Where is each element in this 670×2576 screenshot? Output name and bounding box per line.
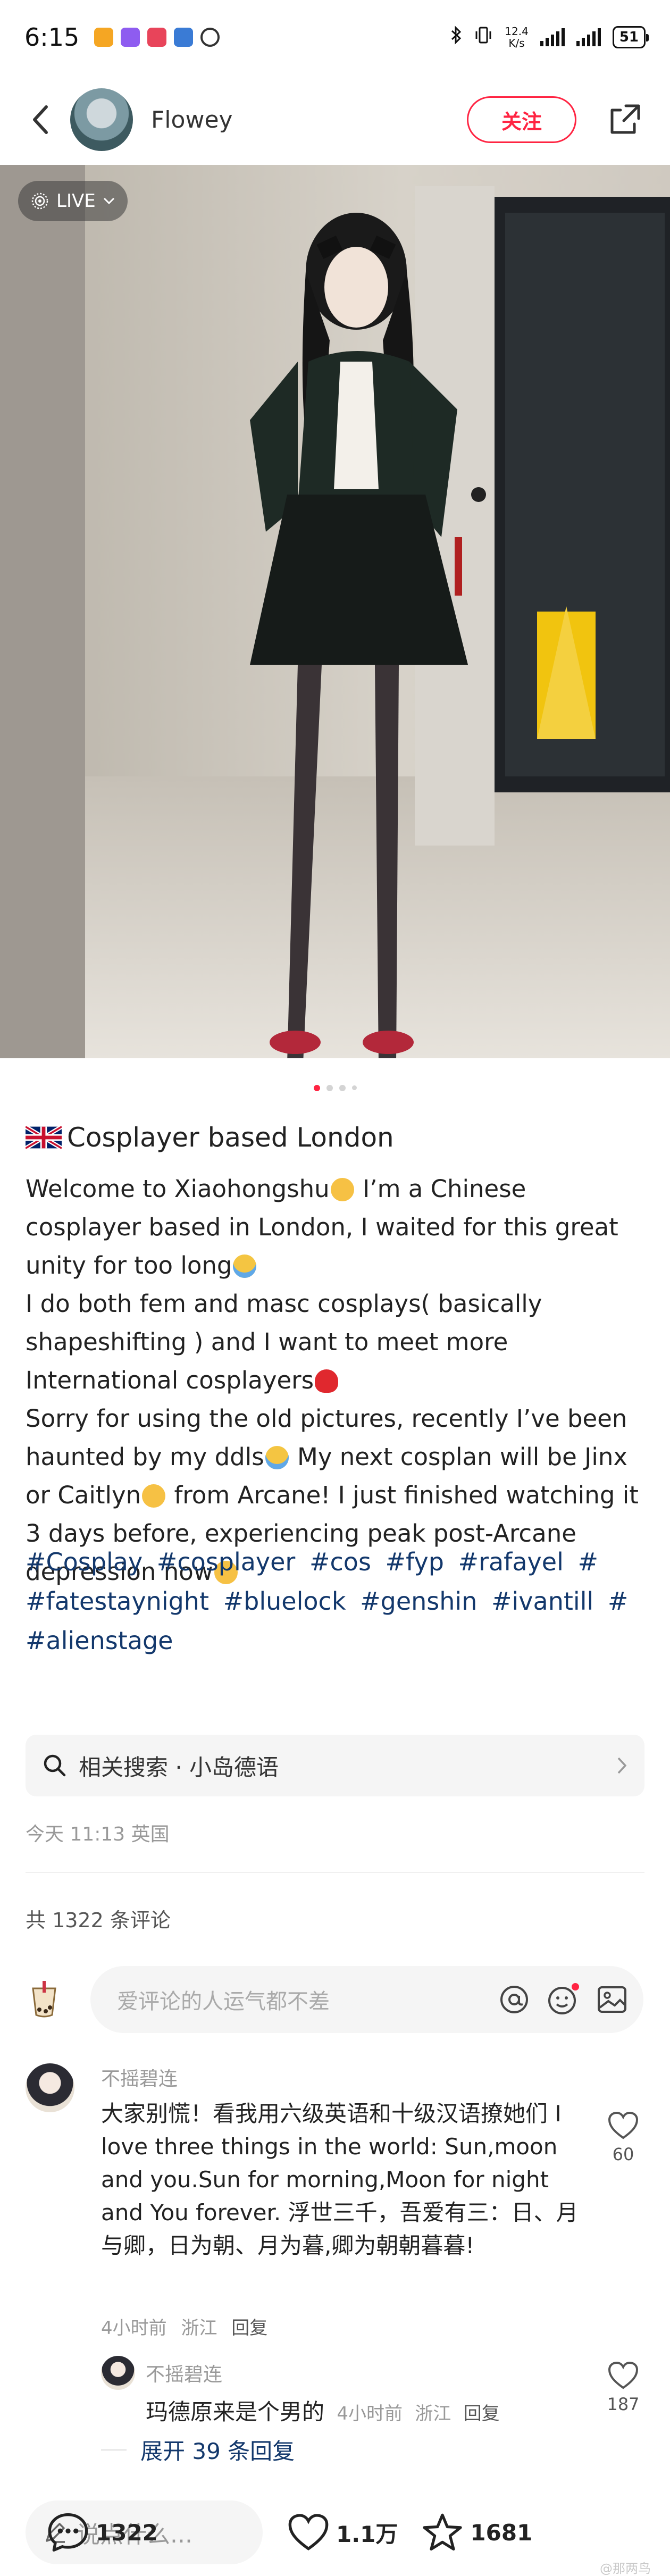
share-button[interactable] xyxy=(601,96,649,144)
heart-icon xyxy=(608,2361,639,2389)
bottom-action-bar: 说点什么... 1.1万 1681 1322 xyxy=(0,2489,670,2576)
commenter-avatar[interactable] xyxy=(26,2063,74,2112)
hashtag-link[interactable]: # xyxy=(578,1548,599,1576)
live-icon xyxy=(31,193,48,210)
replier-avatar[interactable] xyxy=(101,2356,135,2390)
note-tags: #Cosplay #cosplayer #cos #fyp #rafayel #… xyxy=(26,1542,648,1660)
reply-button[interactable]: 回复 xyxy=(464,2403,500,2424)
image-icon[interactable] xyxy=(597,1984,627,2015)
divider xyxy=(26,1872,644,1873)
reply-time: 4小时前 xyxy=(337,2403,403,2424)
comment-text[interactable]: 大家别慌！看我用六级英语和十级汉语撩她们 I love three things… xyxy=(101,2097,580,2262)
notification-app-icon xyxy=(174,28,194,47)
pagination-dot xyxy=(351,1085,357,1090)
signal-icon xyxy=(576,28,601,46)
bubble-tea-icon xyxy=(32,1981,56,2018)
hashtag-link[interactable]: #rafayel xyxy=(458,1548,564,1576)
reply-like-button[interactable]: 187 xyxy=(602,2361,644,2414)
reply-location: 浙江 xyxy=(415,2403,451,2424)
chevron-right-icon xyxy=(617,1757,627,1774)
reply-like-count: 187 xyxy=(607,2394,640,2414)
author-avatar[interactable] xyxy=(70,88,133,151)
commenter-name[interactable]: 不摇碧连 xyxy=(101,2063,178,2091)
comment-like-button[interactable]: 60 xyxy=(602,2111,644,2164)
comment-bubble-icon xyxy=(48,2513,88,2552)
comment-input-placeholder: 爱评论的人运气都不差 xyxy=(117,1989,330,2014)
hashtag-link[interactable]: #ivantill xyxy=(491,1587,593,1616)
notification-app-icon xyxy=(94,28,114,47)
follow-button[interactable]: 关注 xyxy=(467,96,576,143)
comment-input-bar: 爱评论的人运气都不差 xyxy=(0,1962,670,2037)
status-bar: 6:15 12.4 K/s 51 xyxy=(0,0,670,74)
back-button[interactable] xyxy=(21,96,58,144)
vibrate-icon xyxy=(474,26,493,48)
note-header: Flowey 关注 xyxy=(0,74,670,165)
emoji-icon[interactable] xyxy=(547,1983,580,2016)
author-name[interactable]: Flowey xyxy=(151,106,233,133)
pagination-dot xyxy=(313,1085,320,1091)
live-label: LIVE xyxy=(56,190,96,212)
hashtag-link[interactable]: #genshin xyxy=(360,1587,477,1616)
pagination-dot xyxy=(326,1085,333,1091)
comment-meta: 4小时前 浙江 回复 xyxy=(101,2313,267,2339)
pagination-dot xyxy=(339,1085,346,1091)
live-photo-badge[interactable]: LIVE xyxy=(18,181,128,221)
reply-item: 不摇碧连 玛德原来是个男的 4小时前 浙江 回复 187 xyxy=(101,2356,644,2425)
hashtag-link[interactable]: #cos xyxy=(309,1548,371,1576)
uk-flag-icon xyxy=(26,1126,62,1149)
hashtag-link[interactable]: #bluelock xyxy=(223,1587,346,1616)
cat-face-emoji-icon xyxy=(330,1178,354,1201)
notification-app-icon xyxy=(147,28,167,47)
heart-icon xyxy=(608,2111,639,2139)
cosplay-photo xyxy=(0,165,670,1058)
hashtag-link[interactable]: #cosplayer xyxy=(157,1548,296,1576)
my-avatar[interactable] xyxy=(26,1981,63,2018)
hashtag-link[interactable]: #alienstage xyxy=(26,1626,173,1655)
chevron-down-icon xyxy=(103,197,114,205)
comment-input[interactable]: 爱评论的人运气都不差 xyxy=(90,1966,643,2033)
comment-time: 4小时前 xyxy=(101,2318,167,2339)
thinking-face-emoji-icon xyxy=(142,1484,166,1508)
reply-text[interactable]: 玛德原来是个男的 4小时前 浙江 回复 xyxy=(146,2394,500,2427)
comment-count-heading: 共 1322 条评论 xyxy=(26,1909,171,1932)
watermark: @那两鸟 xyxy=(600,2561,651,2576)
comment-like-count: 60 xyxy=(612,2144,634,2164)
mention-icon[interactable] xyxy=(499,1984,530,2015)
battery-icon: 51 xyxy=(612,26,649,48)
note-body: Welcome to Xiaohongshu I’m a Chinese cos… xyxy=(26,1170,648,1591)
comment-total-count: 1322 xyxy=(96,2519,158,2546)
share-icon xyxy=(610,104,640,134)
status-time: 6:15 xyxy=(24,23,80,52)
bluetooth-icon xyxy=(450,26,462,49)
alarm-icon xyxy=(200,28,220,47)
note-title-text: Cosplayer based London xyxy=(67,1122,394,1153)
photo-pagination xyxy=(0,1085,670,1091)
note-photo[interactable]: LIVE xyxy=(0,165,670,1058)
post-time-location: 今天 11:13 英国 xyxy=(26,1824,170,1845)
comment-item: 不摇碧连 大家别慌！看我用六级英语和十级汉语撩她们 I love three t… xyxy=(26,2063,644,2361)
replier-name[interactable]: 不摇碧连 xyxy=(146,2359,222,2387)
red-heart-emoji-icon xyxy=(315,1369,339,1393)
related-search-button[interactable]: 相关搜索 · 小岛德语 xyxy=(26,1735,644,1796)
hashtag-link[interactable]: #Cosplay xyxy=(26,1548,143,1576)
note-title: Cosplayer based London xyxy=(26,1122,648,1153)
hashtag-link[interactable]: #fyp xyxy=(386,1548,444,1576)
hashtag-link[interactable]: #fatestaynight xyxy=(26,1587,209,1616)
network-speed: 12.4 K/s xyxy=(505,25,529,49)
expand-replies-button[interactable]: 展开 39 条回复 xyxy=(101,2433,295,2466)
crying-face-emoji-icon xyxy=(233,1254,257,1278)
notification-app-icon xyxy=(121,28,140,47)
hashtag-link[interactable]: # xyxy=(608,1587,629,1616)
note-paragraph: I do both fem and masc cosplays( basical… xyxy=(26,1290,542,1394)
note-paragraph: Welcome to Xiaohongshu I’m a Chinese cos… xyxy=(26,1175,618,1279)
chevron-left-icon xyxy=(33,105,48,134)
related-search-label: 相关搜索 · 小岛德语 xyxy=(79,1754,279,1780)
search-icon xyxy=(44,1754,66,1777)
comment-button[interactable]: 1322 xyxy=(47,2512,666,2553)
signal-icon xyxy=(540,28,565,46)
reply-button[interactable]: 回复 xyxy=(231,2318,267,2339)
crying-face-emoji-icon xyxy=(265,1446,289,1469)
comment-location: 浙江 xyxy=(181,2318,217,2339)
